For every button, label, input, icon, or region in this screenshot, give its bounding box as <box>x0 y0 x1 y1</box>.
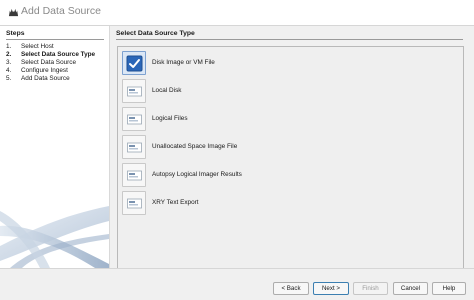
step-select-host: 1. Select Host <box>6 43 54 51</box>
step-select-data-source: 3. Select Data Source <box>6 59 76 67</box>
step-number: 5. <box>6 75 12 82</box>
window-title: Add Data Source <box>21 5 101 17</box>
type-label: XRY Text Export <box>152 199 199 206</box>
type-toggle-button[interactable] <box>122 51 146 75</box>
main-panel: Select Data Source Type Disk Image or VM… <box>110 26 474 277</box>
step-label: Select Host <box>21 43 54 50</box>
main-header: Select Data Source Type <box>116 30 463 40</box>
type-label: Local Disk <box>152 87 182 94</box>
type-toggle-button[interactable] <box>122 191 146 215</box>
type-label: Disk Image or VM File <box>152 59 215 66</box>
step-label: Select Data Source Type <box>21 51 96 58</box>
finish-button[interactable]: Finish <box>353 282 388 295</box>
type-label: Autopsy Logical Imager Results <box>152 171 242 178</box>
decorative-swoosh-graphic <box>0 206 109 268</box>
step-number: 3. <box>6 59 12 66</box>
step-label: Select Data Source <box>21 59 77 66</box>
data-source-type-list: Disk Image or VM File Local Disk Logical… <box>117 46 464 277</box>
type-toggle-button[interactable] <box>122 79 146 103</box>
step-number: 1. <box>6 43 12 50</box>
type-local-disk[interactable]: Local Disk <box>122 79 422 103</box>
steps-header: Steps <box>6 30 104 40</box>
cancel-button[interactable]: Cancel <box>393 282 428 295</box>
step-number: 4. <box>6 67 12 74</box>
type-logical-files[interactable]: Logical Files <box>122 107 422 131</box>
help-button[interactable]: Help <box>432 282 466 295</box>
autopsy-dog-icon <box>8 8 19 17</box>
type-toggle-button[interactable] <box>122 107 146 131</box>
logical-files-icon <box>127 114 142 125</box>
type-unallocated-space[interactable]: Unallocated Space Image File <box>122 135 422 159</box>
unallocated-image-icon <box>127 142 142 153</box>
logical-imager-icon <box>127 170 142 181</box>
local-disk-icon <box>127 86 142 97</box>
step-configure-ingest: 4. Configure Ingest <box>6 67 68 75</box>
type-disk-image[interactable]: Disk Image or VM File <box>122 51 422 75</box>
step-label: Configure Ingest <box>21 67 68 74</box>
type-toggle-button[interactable] <box>122 135 146 159</box>
xry-export-icon <box>127 198 142 209</box>
next-button[interactable]: Next > <box>313 282 349 295</box>
wizard-footer: < Back Next > Finish Cancel Help <box>0 268 474 300</box>
type-xry-export[interactable]: XRY Text Export <box>122 191 422 215</box>
step-label: Add Data Source <box>21 75 70 82</box>
type-label: Logical Files <box>152 115 188 122</box>
type-toggle-button[interactable] <box>122 163 146 187</box>
type-logical-imager[interactable]: Autopsy Logical Imager Results <box>122 163 422 187</box>
step-add-data-source: 5. Add Data Source <box>6 75 70 83</box>
step-number: 2. <box>6 51 12 58</box>
steps-panel: Steps 1. Select Host 2. Select Data Source… <box>0 26 110 268</box>
title-bar: Add Data Source <box>0 0 474 26</box>
type-label: Unallocated Space Image File <box>152 143 238 150</box>
step-select-data-source-type: 2. Select Data Source Type <box>6 51 95 59</box>
back-button[interactable]: < Back <box>273 282 309 295</box>
checkbox-icon <box>126 55 143 72</box>
